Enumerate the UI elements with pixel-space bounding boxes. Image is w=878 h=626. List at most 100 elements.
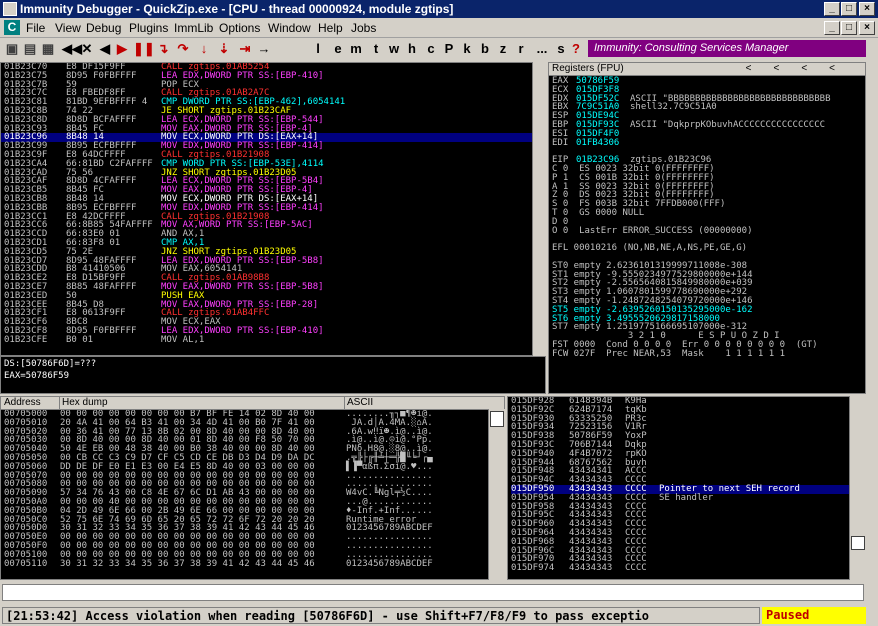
- run-icon[interactable]: ▶: [116, 39, 128, 59]
- registers-pane[interactable]: Registers (FPU) <<<< EAX 50786F59 ECX 015DF…: [548, 62, 866, 394]
- stack-row[interactable]: 015DF930 63335250 PR3c: [511, 414, 865, 424]
- tool-c[interactable]: c: [425, 39, 437, 59]
- stack-row[interactable]: 015DF928 6148394B K9Ha: [511, 397, 865, 406]
- stack-row[interactable]: 015DF954 43434343 CCCC SE handler: [511, 492, 865, 503]
- execute-till-return-icon[interactable]: ⇥: [237, 39, 253, 59]
- tool-s[interactable]: s: [555, 39, 567, 59]
- tool-z[interactable]: z: [497, 39, 509, 59]
- command-input[interactable]: [2, 584, 864, 601]
- maximize-button[interactable]: □: [841, 2, 857, 16]
- hex-dump-pane[interactable]: Address Hex dump ASCII 00705000 00 00 00 …: [0, 396, 505, 580]
- dump-col-hex[interactable]: Hex dump: [59, 397, 108, 409]
- menu-file[interactable]: File: [26, 21, 45, 35]
- child-close-button[interactable]: ×: [859, 21, 875, 35]
- registers-nav[interactable]: <<<<: [746, 63, 857, 75]
- menu-help[interactable]: Help: [318, 21, 343, 35]
- menu-debug[interactable]: Debug: [86, 21, 121, 35]
- stack-row[interactable]: 015DF944 68767562 buvh: [511, 458, 865, 468]
- tool-more[interactable]: ...: [532, 39, 552, 59]
- back-icon[interactable]: ◀: [99, 39, 111, 59]
- dump-scroll-thumb[interactable]: [490, 411, 504, 427]
- stack-row[interactable]: 015DF968 43434343 CCCC: [511, 537, 865, 547]
- stack-comment: SE handler: [659, 492, 714, 503]
- disasm-row[interactable]: 01B23CE7 8B85 48FAFFFF MOV EAX,DWORD PTR S…: [1, 283, 545, 292]
- registers-title: Registers (FPU): [552, 63, 624, 74]
- consulting-banner[interactable]: Immunity: Consulting Services Manager: [588, 40, 866, 57]
- register-comment: ASCII "DqkprpKObuvhACCCCCCCCCCCCCCCC: [630, 119, 826, 130]
- stop-icon[interactable]: ✕: [80, 39, 94, 59]
- dump-scrollbar[interactable]: [488, 409, 505, 580]
- register-row[interactable]: EDI 01FB4306: [552, 138, 865, 148]
- open-icon[interactable]: ▣: [4, 39, 20, 59]
- tool-e[interactable]: e: [332, 39, 344, 59]
- stack-row[interactable]: 015DF940 4F4B7072 rpKO: [511, 449, 865, 459]
- stack-row[interactable]: 015DF92C 624B7174 tqKb: [511, 405, 865, 415]
- stack-value: 43434343: [569, 563, 613, 574]
- stack-scrollbar[interactable]: [849, 396, 866, 580]
- stack-row[interactable]: 015DF970 43434343 CCCC: [511, 555, 865, 564]
- child-restore-button[interactable]: □: [841, 21, 857, 35]
- stack-scroll-thumb[interactable]: [851, 536, 865, 550]
- dump-col-address[interactable]: Address: [4, 397, 41, 409]
- minimize-button[interactable]: _: [824, 2, 840, 16]
- info-line-1: DS:[50786F6D]=???: [4, 359, 97, 369]
- step-over-icon[interactable]: ↷: [175, 39, 191, 59]
- registers-scrollbar[interactable]: [866, 62, 878, 394]
- menu-plugins[interactable]: Plugins: [129, 21, 168, 35]
- stack-listing[interactable]: 015DF928 6148394B K9Ha 015DF92C 624B7174 tqKb…: [508, 397, 865, 573]
- pause-icon[interactable]: ❚❚: [133, 39, 155, 59]
- stack-row[interactable]: 015DF958 43434343 CCCC: [511, 502, 865, 512]
- stack-pane[interactable]: 015DF928 6148394B K9Ha 015DF92C 624B7174 tqKb…: [507, 396, 866, 580]
- disasm-row[interactable]: 01B23CFE B0 01 MOV AL,1: [1, 335, 545, 345]
- menu-window[interactable]: Window: [268, 21, 311, 35]
- disassembly-listing[interactable]: 01B23C70 E8 DF15F9FF CALL zgtips.01AB5254 0…: [1, 63, 545, 345]
- tool-l[interactable]: l: [312, 39, 324, 59]
- register-detail-line: EFL 00010216 (NO,NB,NE,A,NS,PE,GE,G): [552, 243, 748, 254]
- menu-immlib[interactable]: ImmLib: [174, 21, 213, 35]
- tool-k[interactable]: k: [461, 39, 473, 59]
- close-file-icon[interactable]: ▦: [40, 39, 56, 59]
- cpu-window-icon[interactable]: C: [4, 20, 20, 35]
- dump-listing[interactable]: 00705000 00 00 00 00 00 00 00 00 B7 BF FE…: [1, 410, 504, 568]
- restart-icon[interactable]: ▤: [22, 39, 38, 59]
- stack-row[interactable]: 015DF974 43434343 CCCC: [511, 564, 865, 573]
- info-line-2: EAX=50786F59: [4, 371, 70, 381]
- trace-over-icon[interactable]: ⇣: [216, 39, 232, 59]
- dump-address: 00705110: [4, 558, 48, 569]
- dump-col-ascii[interactable]: ASCII: [344, 397, 373, 409]
- dump-row[interactable]: 00705110 30 31 32 33 34 35 36 37 38 39 41…: [4, 558, 504, 569]
- tool-b[interactable]: b: [479, 39, 491, 59]
- status-bar: [21:53:42] Access violation when reading…: [0, 604, 878, 626]
- stack-address: 015DF974: [511, 563, 555, 574]
- stack-row[interactable]: 015DF93C 706B7144 Dqkp: [511, 441, 865, 450]
- stack-row[interactable]: 015DF960 43434343 CCCC: [511, 520, 865, 529]
- goto-icon[interactable]: →: [257, 39, 271, 59]
- close-button[interactable]: ×: [859, 2, 875, 16]
- tool-m[interactable]: m: [350, 39, 362, 59]
- menu-view[interactable]: View: [55, 21, 81, 35]
- trace-into-icon[interactable]: ↓: [196, 39, 212, 59]
- disassembly-pane[interactable]: 01B23C70 E8 DF15F9FF CALL zgtips.01AB5254 0…: [0, 62, 546, 356]
- menu-options[interactable]: Options: [219, 21, 260, 35]
- register-list[interactable]: EAX 50786F59 ECX 015DF3F8 EDX 015DF52C ASCII "…: [549, 76, 865, 359]
- disassembly-scrollbar[interactable]: [532, 62, 546, 356]
- tool-h[interactable]: h: [406, 39, 418, 59]
- tool-p[interactable]: P: [443, 39, 455, 59]
- stack-row[interactable]: 015DF96C 43434343 CCCC: [511, 546, 865, 556]
- stack-row[interactable]: 015DF95C 43434343 CCCC: [511, 511, 865, 520]
- tool-w[interactable]: w: [388, 39, 400, 59]
- step-into-icon[interactable]: ↴: [155, 39, 171, 59]
- tool-r[interactable]: r: [515, 39, 527, 59]
- stack-row[interactable]: 015DF964 43434343 CCCC: [511, 529, 865, 538]
- stack-row[interactable]: 015DF948 43434341 ACCC: [511, 467, 865, 476]
- dump-ascii: 0123456789ABCDEF: [346, 558, 433, 569]
- stack-row[interactable]: 015DF934 72523156 V1Rr: [511, 423, 865, 432]
- tool-help[interactable]: ?: [570, 39, 582, 59]
- tool-t[interactable]: t: [370, 39, 382, 59]
- stack-row[interactable]: 015DF938 50786F59 YoxP: [511, 432, 865, 441]
- register-detail-line: O 0 LastErr ERROR_SUCCESS (00000000): [552, 225, 753, 236]
- menu-jobs[interactable]: Jobs: [351, 21, 376, 35]
- child-minimize-button[interactable]: _: [824, 21, 840, 35]
- rewind-icon[interactable]: ◀◀: [62, 39, 82, 59]
- disasm-row[interactable]: 01B23C75 8D95 F0FBFFFF LEA EDX,DWORD PTR S…: [1, 71, 545, 81]
